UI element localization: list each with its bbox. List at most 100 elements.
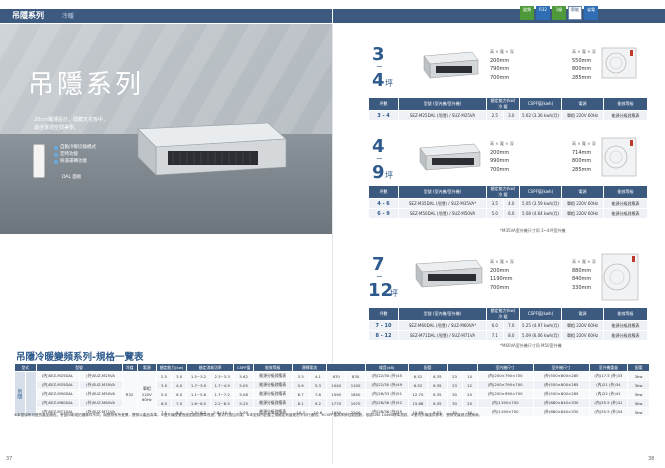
cell-model: SEZ-M50DAL (吊隱) / SUZ-M50VA	[398, 208, 487, 219]
cell-watt-heat: 1970	[345, 398, 366, 408]
cell-pipe-gas: 12.70	[407, 389, 429, 399]
cell-outdoor-size: (外)550×800×285	[532, 371, 590, 381]
feature-list: 自動冷暖切換模式 定時功能 除濕運轉功能	[54, 144, 96, 165]
cell-heat: 6.0	[171, 389, 188, 399]
cell-grade: 能源分級對應表	[252, 389, 293, 399]
cell-heat: 4.0	[171, 380, 188, 390]
cell-cspf: 5.08	[233, 389, 254, 399]
section-note: *M35VA室外機尺寸同 3~4坪室外機	[500, 228, 566, 233]
indoor-dims: 高 × 寬 × 深 200mm 990mm 700mm	[490, 140, 514, 174]
col-grade: 能效等級	[603, 185, 648, 199]
feature-label: 自動冷暖切換模式	[60, 145, 96, 150]
outdoor-unit-image	[601, 137, 637, 177]
cell-heat: 7.0	[502, 320, 520, 331]
col-model: 型號 (室內機/室外機)	[398, 185, 487, 199]
dims-header: 高 × 寬 × 深	[572, 259, 596, 264]
cell-heat: 3.0	[171, 371, 188, 381]
col-cspf: CSPF值(kwh)	[519, 185, 562, 199]
dim-width: 790mm	[490, 66, 510, 72]
badge-energy: 節能	[568, 6, 582, 20]
cell-heat-range: 1.7~4.9	[209, 380, 235, 390]
cell-ping: 3 - 4	[368, 110, 399, 121]
cell-indoor-model: (內)SEZ-M60DAL	[35, 398, 80, 408]
col-capacity: 額定能力(kw) 冷 暖	[486, 307, 520, 321]
ping-max: 9	[372, 162, 385, 183]
cell-pipe-max: 23	[446, 371, 463, 381]
col-model: 型號	[35, 363, 123, 372]
cell-watt-cool: 1040	[326, 380, 347, 390]
hero-title: 吊隱系列	[28, 70, 145, 100]
col-consumption: 額定消耗功率	[186, 363, 235, 372]
spec-table-3-4: 坪數 型號 (室內機/室外機) 額定能力(kw) 冷 暖 CSPF值(kwh) …	[368, 97, 648, 121]
cell-heat-range: 2.2~8.5	[209, 398, 235, 408]
cell-watt-heat: 1850	[345, 389, 366, 399]
cell-cool: 3.5	[156, 380, 173, 390]
cell-cool: 5.0	[486, 208, 504, 219]
spec-header-row: 坪數 型號 (室內機/室外機) 額定能力(kw) 冷 暖 CSPF值(kwh) …	[368, 185, 648, 199]
cell-cspf: 5.05 (3.59 kwh/月)	[519, 198, 562, 209]
cell-noise: (內)22/30 (外)49	[364, 380, 409, 390]
footnote: ※本型錄所刊登的產品顏色，會因印刷或拍攝條件不同，與實物有所差異，實際以產品為準…	[14, 413, 483, 417]
spec-table-7-12: 坪數 型號 (室內機/室外機) 額定能力(kw) 冷 暖 CSPF值(kwh) …	[368, 307, 648, 341]
table-row: (內)SEZ-M35DAL (外)SUZ-M35VA 3.5 4.0 1.7~3…	[15, 380, 650, 390]
spec-header-row: 坪數 型號 (室內機/室外機) 額定能力(kw) 冷 暖 CSPF值(kwh) …	[368, 97, 648, 111]
col-ping: 坪數	[368, 185, 399, 199]
type-side-label: 吊隱	[14, 371, 26, 417]
cell-weight: (內)22 (外)41	[588, 389, 629, 399]
cell-cool-range: 1.7~3.9	[186, 380, 211, 390]
col-grade: 能效等級	[252, 363, 293, 372]
cell-current-cool: 8.1	[291, 398, 310, 408]
col-piping: 配管	[407, 363, 448, 372]
col-breaker: 配電	[627, 363, 650, 372]
section-note: *M60VA室外機尺寸同 M50室外機	[500, 343, 562, 348]
spec-row: 6 - 9 SEZ-M50DAL (吊隱) / SUZ-M50VA 5.0 6.…	[368, 208, 648, 219]
cell-power: 單相 220V 60Hz	[561, 208, 604, 219]
cell-outdoor-model: (外)SUZ-M35VA	[78, 380, 123, 390]
header-right-bar	[333, 9, 665, 23]
cell-model: SEZ-M71DAL (吊隱) / SUZ-M71VA	[398, 330, 487, 341]
table-row: (內)SEZ-M60DAL (外)SUZ-M60VA 6.0 7.0 1.6~6…	[15, 398, 650, 408]
col-power: 電源	[561, 185, 604, 199]
outdoor-dims: 高 × 寬 × 深 550mm 800mm 285mm	[572, 48, 596, 82]
feature-label: 除濕運轉功能	[60, 159, 87, 164]
indoor-unit-image	[415, 259, 483, 288]
cell-noise: (內)28/36 (外)52	[364, 398, 409, 408]
cell-current-heat: 4.1	[308, 371, 328, 381]
dim-width: 800mm	[572, 158, 592, 164]
cell-model: SEZ-M60DAL (吊隱) / SUZ-M60VA*	[398, 320, 487, 331]
feature-item: 自動冷暖切換模式	[54, 144, 96, 151]
badge-saving: 省電	[584, 6, 598, 20]
cell-current-heat: 7.8	[308, 389, 328, 399]
dim-width: 1190mm	[490, 276, 513, 282]
bullet-icon	[54, 159, 58, 164]
cell-heat: 8.0	[502, 330, 520, 341]
cell-breaker: 3kw	[627, 380, 650, 390]
dim-width: 840mm	[572, 276, 592, 282]
cell-cool-range: 1.6~6.5	[186, 398, 211, 408]
cell-pipe-liquid: 6.35	[427, 380, 448, 390]
col-outdoor-size: 室外機尺寸	[532, 363, 590, 372]
col-model: 型號 (室內機/室外機)	[398, 97, 487, 111]
cell-cool-range: 1.1~5.6	[186, 389, 211, 399]
cell-cool-range: 1.5~3.2	[186, 371, 211, 381]
dim-height: 880mm	[572, 267, 592, 274]
col-ping: 坪數	[368, 307, 399, 321]
cell-power: 單相 220V 60Hz	[561, 110, 604, 121]
cell-outdoor-model: (外)SUZ-M60VA	[78, 398, 123, 408]
cell-indoor-size: (內)1190×700	[476, 398, 534, 408]
cell-pipe-liquid: 6.35	[427, 389, 448, 399]
cell-outdoor-size: (外)880×840×330	[532, 398, 590, 408]
col-type: 型式	[14, 363, 37, 372]
dal-panel-label: DAL 面板	[62, 175, 82, 180]
cell-watt-cool: 1590	[326, 389, 347, 399]
cell-grade: 能源分級對應表	[603, 330, 648, 341]
cell-heat: 6.0	[502, 208, 520, 219]
cell-cspf: 5.25	[233, 398, 254, 408]
cell-model: SEZ-M35DAL (吊隱) / SUZ-M35VA*	[398, 198, 487, 209]
cell-refrigerant: R32	[121, 371, 138, 417]
outdoor-unit-image	[601, 253, 639, 301]
spec-row: 4 - 6 SEZ-M35DAL (吊隱) / SUZ-M35VA* 3.5 4…	[368, 198, 648, 209]
indoor-unit-image	[419, 143, 481, 171]
cell-watt-cool: 670	[326, 371, 347, 381]
col-watts	[326, 363, 366, 372]
